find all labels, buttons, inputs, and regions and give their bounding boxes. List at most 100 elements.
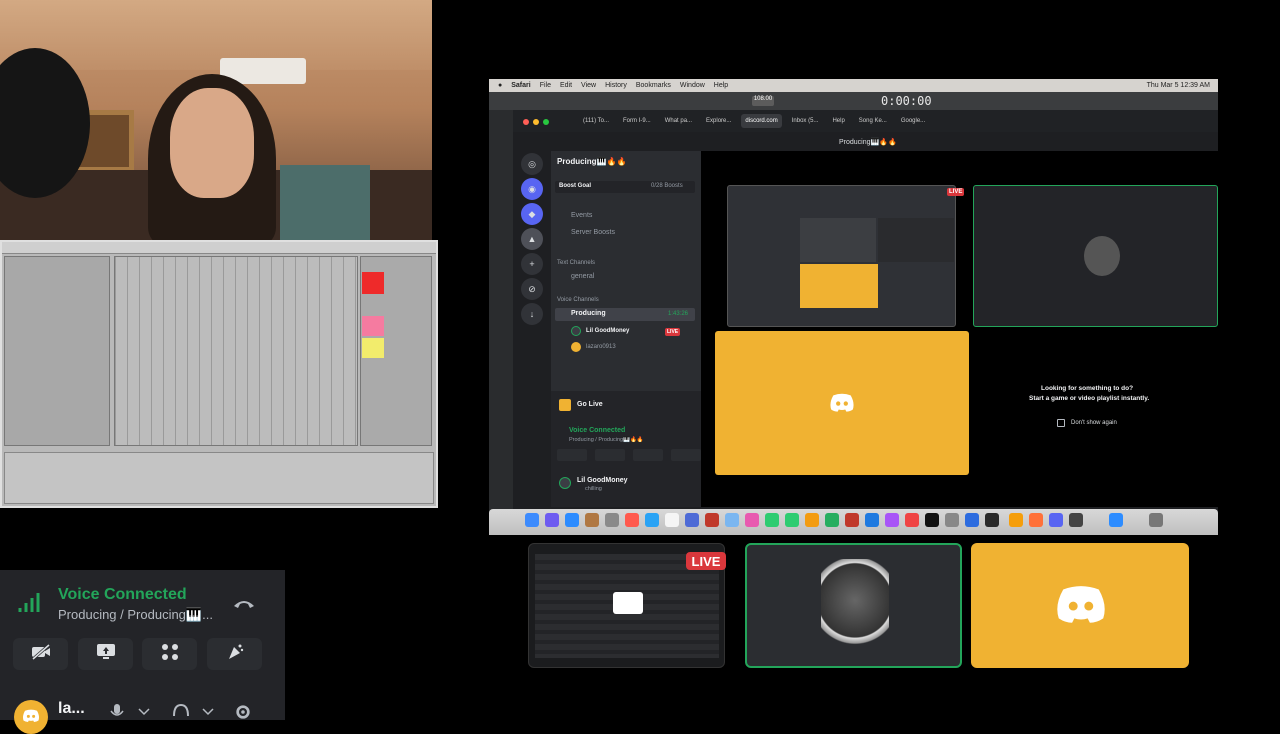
apple-icon[interactable]: ●	[498, 82, 502, 89]
firefox-icon[interactable]	[1029, 513, 1043, 527]
headphones-icon[interactable]	[172, 703, 190, 725]
tab-google[interactable]: Google...	[897, 114, 929, 128]
logic-icon[interactable]	[985, 513, 999, 527]
dont-show-label[interactable]: Don't show again	[1071, 420, 1117, 426]
disconnect-icon[interactable]	[232, 596, 256, 610]
microphone-icon[interactable]	[110, 704, 124, 725]
launchpad-icon[interactable]	[545, 513, 559, 527]
app-icon[interactable]	[965, 513, 979, 527]
chevron-down-icon[interactable]	[138, 704, 150, 722]
username[interactable]: la...	[58, 700, 85, 718]
finder-icon[interactable]	[525, 513, 539, 527]
music-icon[interactable]	[905, 513, 919, 527]
appstore-icon[interactable]	[865, 513, 879, 527]
menu-file[interactable]: File	[540, 82, 551, 89]
avatar-tile[interactable]	[715, 331, 969, 475]
numbers-icon[interactable]	[825, 513, 839, 527]
text-channels-header[interactable]: Text Channels	[557, 260, 595, 266]
minimize-window-icon[interactable]	[533, 119, 539, 125]
chevron-down-icon[interactable]	[202, 704, 214, 722]
avatar[interactable]	[14, 700, 48, 734]
fl-studio-icon[interactable]	[1009, 513, 1023, 527]
downloads-icon[interactable]	[1109, 513, 1123, 527]
photos-icon[interactable]	[745, 513, 759, 527]
menu-app[interactable]: Safari	[511, 82, 530, 89]
menu-edit[interactable]: Edit	[560, 82, 572, 89]
tab-song[interactable]: Song Ke...	[855, 114, 891, 128]
ableton-window[interactable]	[0, 240, 438, 508]
discord-dock-icon[interactable]	[1049, 513, 1063, 527]
menu-help[interactable]: Help	[714, 82, 728, 89]
voice-connected-label[interactable]: Voice Connected	[58, 586, 187, 604]
server-icon[interactable]: ◆	[521, 203, 543, 225]
menu-window[interactable]: Window	[680, 82, 705, 89]
ableton-toolbar[interactable]	[2, 242, 436, 254]
voice-channel-link[interactable]: Producing / Producing🎹...	[58, 607, 213, 623]
server-boosts-link[interactable]: Server Boosts	[571, 229, 615, 236]
tab-inbox[interactable]: Inbox (5...	[788, 114, 823, 128]
tab-help[interactable]: Help	[828, 114, 848, 128]
activities-button[interactable]	[142, 638, 197, 670]
menu-bookmarks[interactable]: Bookmarks	[636, 82, 671, 89]
messages-icon[interactable]	[765, 513, 779, 527]
app-icon[interactable]	[1069, 513, 1083, 527]
voice-channel-producing[interactable]: Producing	[571, 310, 606, 317]
facetime-icon[interactable]	[785, 513, 799, 527]
podcasts-icon[interactable]	[885, 513, 899, 527]
go-live-label[interactable]: Go Live	[577, 401, 603, 408]
tab-explore[interactable]: Explore...	[702, 114, 735, 128]
clip-red[interactable]	[362, 272, 384, 294]
news-icon[interactable]	[845, 513, 859, 527]
dont-show-checkbox[interactable]	[1057, 419, 1065, 427]
app-icon[interactable]	[685, 513, 699, 527]
explore-icon[interactable]: ⊘	[521, 278, 543, 300]
server-name[interactable]: Producing🎹🔥🔥	[557, 157, 626, 166]
member-name[interactable]: Lil GoodMoney	[586, 328, 629, 334]
server-icon[interactable]: ◉	[521, 178, 543, 200]
go-live-icon[interactable]	[559, 399, 571, 411]
calendar-icon[interactable]	[625, 513, 639, 527]
camera-tile[interactable]	[973, 185, 1218, 327]
member-name[interactable]: lazaro0913	[586, 344, 616, 350]
member-avatar[interactable]	[571, 326, 581, 336]
tab-discord[interactable]: discord.com	[741, 114, 782, 128]
avatar[interactable]	[559, 477, 571, 489]
voice-channel-link[interactable]: Producing / Producing🎹🔥🔥	[569, 437, 644, 443]
notes-icon[interactable]	[585, 513, 599, 527]
app-icon[interactable]	[605, 513, 619, 527]
clip-pink[interactable]	[362, 316, 384, 336]
ableton-detail-view[interactable]	[4, 452, 434, 504]
pages-icon[interactable]	[805, 513, 819, 527]
channel-general[interactable]: general	[571, 273, 594, 280]
camera-button[interactable]	[557, 449, 587, 461]
clip-yellow[interactable]	[362, 338, 384, 358]
menu-view[interactable]: View	[581, 82, 596, 89]
soundboard-button[interactable]	[207, 638, 262, 670]
mail-icon[interactable]	[565, 513, 579, 527]
trash-icon[interactable]	[1149, 513, 1163, 527]
events-link[interactable]: Events	[571, 212, 592, 219]
gear-icon[interactable]	[234, 704, 252, 725]
server-icon[interactable]: ▲	[521, 228, 543, 250]
discord-home-icon[interactable]: ◎	[521, 153, 543, 175]
tab-youtube[interactable]: (111) To...	[579, 114, 613, 128]
ableton-arrangement[interactable]	[114, 256, 358, 446]
add-server-icon[interactable]: +	[521, 253, 543, 275]
zoom-window-icon[interactable]	[543, 119, 549, 125]
tv-icon[interactable]	[925, 513, 939, 527]
soundboard-button[interactable]	[671, 449, 701, 461]
download-icon[interactable]: ↓	[521, 303, 543, 325]
tab-form[interactable]: Form I-9...	[619, 114, 655, 128]
avatar-tile[interactable]	[971, 543, 1189, 668]
safari-icon[interactable]	[645, 513, 659, 527]
voice-channels-header[interactable]: Voice Channels	[557, 297, 599, 303]
ableton-browser[interactable]	[4, 256, 110, 446]
voice-connected-label[interactable]: Voice Connected	[569, 427, 625, 434]
panel-username[interactable]: Lil GoodMoney	[577, 477, 628, 484]
camera-tile[interactable]	[745, 543, 962, 668]
screen-share-button[interactable]	[595, 449, 625, 461]
tab-what[interactable]: What pa...	[661, 114, 696, 128]
activities-button[interactable]	[633, 449, 663, 461]
menu-history[interactable]: History	[605, 82, 627, 89]
settings-icon[interactable]	[945, 513, 959, 527]
